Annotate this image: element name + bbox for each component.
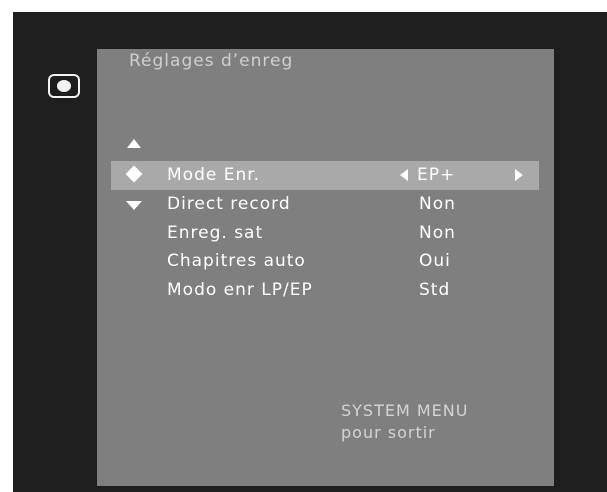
menu-item-label: Direct record: [167, 194, 291, 214]
exit-hint: SYSTEM MENU pour sortir: [341, 400, 468, 444]
record-disc-icon-dot: [57, 80, 71, 92]
diamond-cursor-icon: [125, 165, 143, 183]
exit-hint-line1: SYSTEM MENU: [341, 401, 469, 420]
menu-item-label: Enreg. sat: [167, 223, 264, 243]
menu-item-chapitres-auto[interactable]: Chapitres auto Oui: [97, 248, 554, 276]
menu-item-enreg-sat[interactable]: Enreg. sat Non: [97, 220, 554, 248]
menu-item-mode-enr[interactable]: Mode Enr. EP+: [97, 162, 554, 190]
menu-item-value: Oui: [419, 251, 451, 271]
triangle-left-icon[interactable]: [400, 169, 408, 181]
scroll-up-icon[interactable]: [127, 139, 141, 148]
scroll-down-icon[interactable]: [126, 201, 142, 210]
menu-item-modo-enr[interactable]: Modo enr LP/EP Std: [97, 277, 554, 305]
menu-item-value: Non: [419, 194, 456, 214]
tv-screen: Réglages d’enreg Mode Enr. EP+ Direct re…: [13, 12, 607, 492]
menu-item-value: Non: [419, 223, 456, 243]
exit-hint-line2: pour sortir: [341, 423, 436, 442]
menu-item-label: Modo enr LP/EP: [167, 280, 313, 300]
record-disc-icon: [48, 74, 80, 98]
menu-item-label: Mode Enr.: [167, 165, 261, 185]
menu-item-value: Std: [419, 280, 451, 300]
triangle-right-icon[interactable]: [515, 169, 523, 181]
menu-title: Réglages d’enreg: [129, 51, 294, 71]
menu-item-label: Chapitres auto: [167, 251, 306, 271]
menu-panel: Réglages d’enreg Mode Enr. EP+ Direct re…: [97, 49, 554, 486]
menu-item-value: EP+: [417, 165, 456, 185]
menu-item-direct-record[interactable]: Direct record Non: [97, 191, 554, 219]
